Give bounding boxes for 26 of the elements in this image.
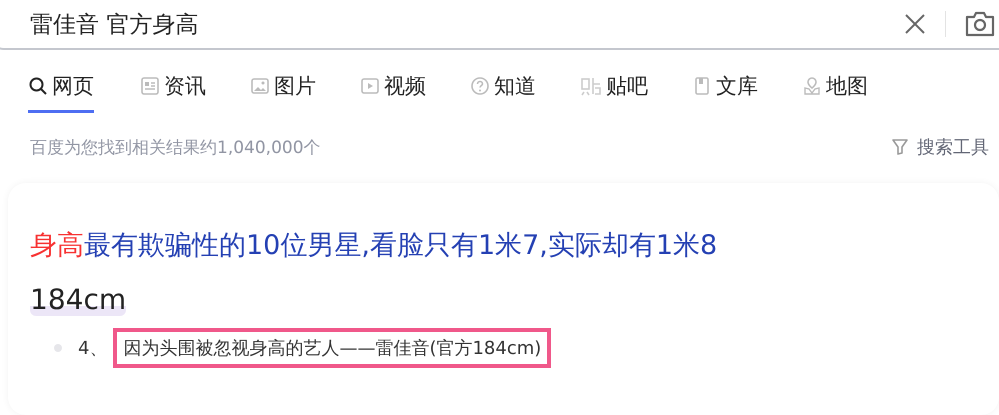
search-field[interactable]: 雷佳音 官方身高 [28, 10, 895, 38]
tab[interactable]: 贴吧 [580, 72, 648, 113]
tab[interactable]: 地图 [802, 72, 868, 113]
document-icon [692, 76, 712, 96]
play-icon [360, 76, 380, 96]
tab[interactable]: 网页 [28, 72, 94, 113]
filter-icon [891, 138, 909, 156]
tab[interactable]: 资讯 [140, 72, 206, 113]
question-icon [470, 76, 490, 96]
tab[interactable]: 视频 [360, 72, 426, 113]
tab[interactable]: 文库 [692, 72, 758, 113]
list-item-text: 因为头围被忽视身高的艺人——雷佳音(官方184cm) [113, 328, 552, 368]
list-number: 4、 [78, 337, 108, 360]
bullet-icon [54, 344, 62, 352]
search-icon [28, 76, 48, 96]
search-tools-button[interactable]: 搜索工具 [891, 135, 989, 159]
result-title-link[interactable]: 身高最有欺骗性的10位男星,看脸只有1米7,实际却有1米8 [30, 227, 999, 263]
tieba-icon [580, 76, 602, 96]
result-count: 百度为您找到相关结果约1,040,000个 [30, 136, 321, 158]
image-icon [250, 76, 270, 96]
camera-icon [964, 10, 996, 38]
map-pin-icon [802, 76, 822, 96]
close-icon [903, 12, 927, 36]
tab[interactable]: 图片 [250, 72, 316, 113]
tab[interactable]: 知道 [470, 72, 536, 113]
news-icon [140, 76, 160, 96]
